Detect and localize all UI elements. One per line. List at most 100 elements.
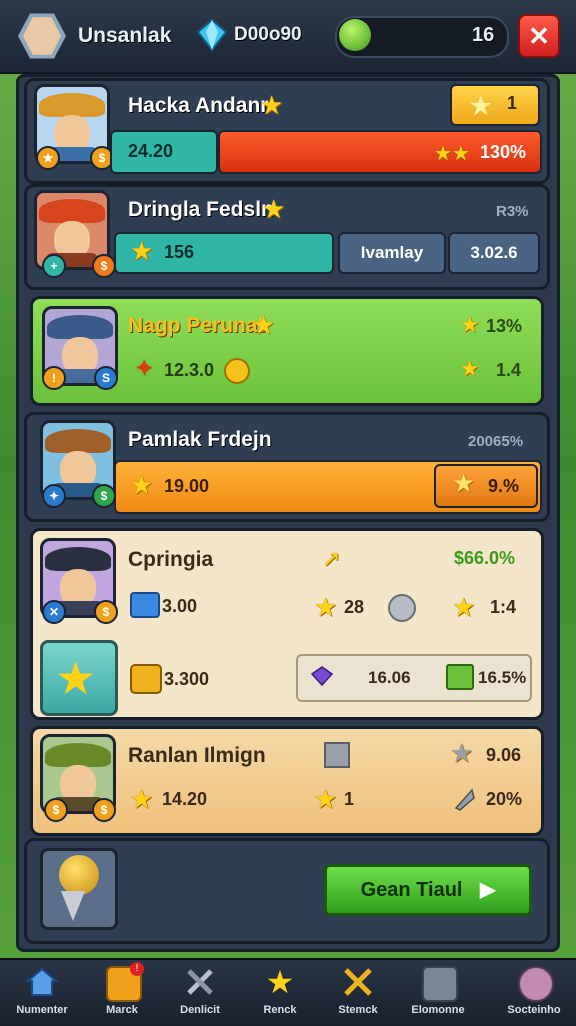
medal-icon xyxy=(59,855,99,895)
row-top-right: 20065% xyxy=(468,433,524,450)
reward-button[interactable]: ★ xyxy=(450,84,540,126)
rank-badge-icon: $ xyxy=(44,798,68,822)
swords-icon xyxy=(342,966,374,998)
reward-count: 1 xyxy=(507,93,518,113)
rank-badge-icon: ★ xyxy=(36,146,60,170)
row-value-right[interactable]: 3.02.6 xyxy=(448,232,540,274)
star-icon: ★ xyxy=(252,310,276,340)
close-button[interactable]: ✕ xyxy=(518,14,560,58)
row-name: Nagp Perunat xyxy=(128,314,265,337)
nav-label: Denlicit xyxy=(180,1004,220,1016)
row-name: Hacka Andanr xyxy=(128,94,269,117)
rank-badge-icon: ✕ xyxy=(42,600,66,624)
blade-icon xyxy=(454,788,475,811)
key-icon: ↗ xyxy=(322,546,341,571)
row-value-right: 1:4 xyxy=(490,597,517,617)
row-value-right: 1.4 xyxy=(496,360,522,380)
nav-label: Renck xyxy=(263,1004,297,1016)
row-value-mid-top: 9.06 xyxy=(486,745,522,765)
claim-button[interactable]: Gean Tiaul ▶ xyxy=(324,864,532,916)
nav-item-battle[interactable]: Stemck xyxy=(322,962,394,1022)
gem-icon xyxy=(196,18,228,52)
box-value-1: 16.06 xyxy=(368,668,411,687)
nav-label: Numenter xyxy=(16,1004,68,1016)
rank-badge-icon: + xyxy=(42,254,66,278)
row-top-right: R3% xyxy=(496,203,529,220)
nav-item-home[interactable]: Numenter xyxy=(6,962,78,1022)
rank-badge-icon: ! xyxy=(42,366,66,390)
nav-item-tools[interactable]: Denlicit xyxy=(164,962,236,1022)
chest-icon xyxy=(130,592,160,618)
rank-badge-icon: ✦ xyxy=(42,484,66,508)
star-icon: ★ xyxy=(460,312,480,337)
ticket-icon xyxy=(130,664,162,694)
row-top-right: 13% xyxy=(486,316,523,336)
row-value-right: 9.% xyxy=(488,476,520,496)
currency-amount: D00o90 xyxy=(234,24,302,45)
star-icon: ★ xyxy=(314,784,338,814)
star-icon: ★ xyxy=(460,356,480,381)
star-icon: ★ xyxy=(130,470,154,500)
nav-label: Elomonne xyxy=(411,1004,465,1016)
level-gem-icon xyxy=(339,19,371,51)
row-value-mid: 28 xyxy=(344,597,365,617)
row-name: Pamlak Frdejn xyxy=(128,428,272,451)
row-value-right: 130% xyxy=(480,142,527,162)
player-name: Unsanlak xyxy=(78,24,172,47)
camera-icon xyxy=(422,966,458,1002)
action-button[interactable]: Ivamlay xyxy=(338,232,446,274)
tools-icon xyxy=(184,966,216,998)
leaf-icon: ✦ xyxy=(134,355,155,382)
nav-item-shop[interactable]: ! Marck xyxy=(86,962,158,1022)
row-value-left: 24.20 xyxy=(128,141,174,161)
item-frame[interactable] xyxy=(40,848,118,930)
row-value-mid: 1 xyxy=(344,789,355,809)
star-icon: ★ xyxy=(130,784,154,814)
star-icon: ★ xyxy=(55,652,97,704)
level-value: 16 xyxy=(472,24,495,46)
coin-badge-icon: $ xyxy=(92,798,116,822)
row-value-left: 14.20 xyxy=(162,789,208,809)
star-icon: ★★ xyxy=(434,143,470,165)
row-value-left: 3.00 xyxy=(162,596,198,616)
star-icon: ★ xyxy=(130,236,154,266)
row-value-right: 20% xyxy=(486,789,523,809)
profile-icon xyxy=(518,966,554,1002)
reward-button[interactable] xyxy=(434,464,538,508)
star-icon: ★ xyxy=(314,592,338,622)
cube-icon xyxy=(446,664,474,690)
coin-badge-icon: S xyxy=(94,366,118,390)
nav-label: Marck xyxy=(106,1004,138,1016)
nav-label: Socteinho xyxy=(507,1004,561,1016)
row-name: Ranlan Ilmign xyxy=(128,744,266,767)
nav-item-profile[interactable]: Socteinho xyxy=(498,962,570,1022)
star-icon: ★ xyxy=(452,468,476,498)
coin-badge-icon: $ xyxy=(92,484,116,508)
item-frame[interactable]: ★ xyxy=(40,640,118,716)
row-value-left: 12.3.0 xyxy=(164,360,215,380)
coin-silver-icon xyxy=(388,594,416,622)
coin-badge-icon: $ xyxy=(94,600,118,624)
row-name: Cpringia xyxy=(128,548,214,571)
star-icon: ★ xyxy=(260,90,284,120)
notification-badge: ! xyxy=(130,962,144,976)
row-value-left2: 3.300 xyxy=(164,669,210,689)
coin-badge-icon: $ xyxy=(92,254,116,278)
star-icon: ★ xyxy=(452,592,476,622)
claim-label: Gean Tiaul xyxy=(360,879,463,901)
row-value-left: 19.00 xyxy=(164,476,210,496)
box-value-2: 16.5% xyxy=(478,668,527,687)
nav-item-rank[interactable]: ★ Renck xyxy=(244,962,316,1022)
nav-item-camera[interactable]: Elomonne xyxy=(402,962,474,1022)
row-name: Dringla Fedsln xyxy=(128,198,274,221)
home-icon xyxy=(25,966,59,998)
star-icon: ★ xyxy=(262,194,286,224)
star-icon: ★ xyxy=(265,964,295,1000)
coin-icon xyxy=(224,358,250,384)
blade-icon xyxy=(61,891,85,921)
row-value-left: 156 xyxy=(164,242,195,262)
silver-star-icon: ★ xyxy=(450,738,474,768)
diamond-icon xyxy=(310,666,334,687)
nav-label: Stemck xyxy=(338,1004,378,1016)
block-icon xyxy=(324,742,350,768)
